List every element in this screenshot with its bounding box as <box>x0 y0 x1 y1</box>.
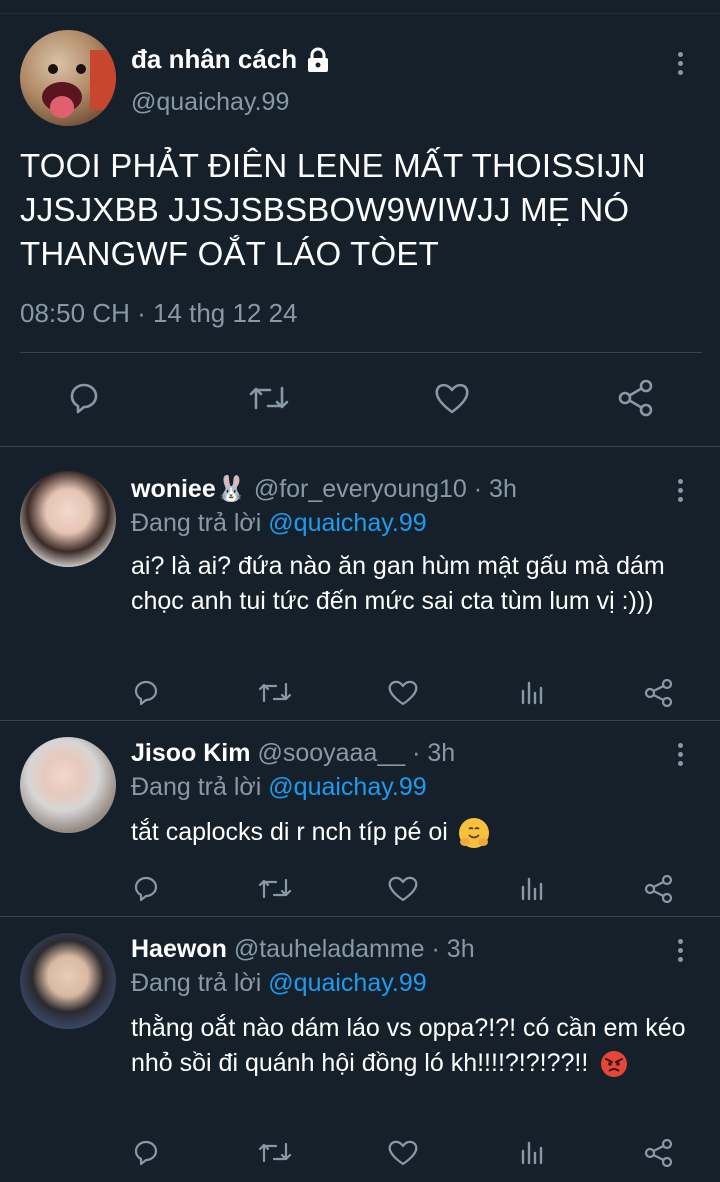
views-icon[interactable] <box>517 677 545 707</box>
reply-tweet[interactable]: Haewon @tauheladamme · 3h Đang trả lời @… <box>0 916 720 1182</box>
tweet-actions <box>0 374 720 424</box>
handle-time: @sooyaaa__ · 3h <box>257 739 456 767</box>
display-name[interactable]: đa nhân cách <box>131 44 331 75</box>
divider <box>20 352 702 353</box>
like-icon[interactable] <box>387 1137 419 1167</box>
display-name-text: đa nhân cách <box>131 44 298 74</box>
display-name[interactable]: Haewon <box>131 935 227 963</box>
replying-to: Đang trả lời @quaichay.99 <box>131 969 427 998</box>
mention-link[interactable]: @quaichay.99 <box>268 509 426 537</box>
tweet-text: TOOI PHẢT ĐIÊN LENE MẤT THOISSIJN JJSJXB… <box>20 147 646 272</box>
handle-time: @tauheladamme · 3h <box>233 935 475 963</box>
reply-header: Haewon @tauheladamme · 3h <box>131 935 475 964</box>
avatar[interactable] <box>20 471 116 567</box>
handle-time: @for_everyoung10 · 3h <box>253 475 517 503</box>
reply-icon[interactable] <box>131 1137 163 1167</box>
reply-icon[interactable] <box>131 677 163 707</box>
more-icon[interactable] <box>676 479 684 505</box>
reply-text: ai? là ai? đứa nào ăn gan hùm mật gấu mà… <box>131 552 665 615</box>
avatar[interactable] <box>20 737 116 833</box>
more-icon[interactable] <box>676 939 684 965</box>
replying-prefix: Đang trả lời <box>131 509 269 537</box>
replying-to: Đang trả lời @quaichay.99 <box>131 509 427 538</box>
more-icon[interactable] <box>676 52 684 78</box>
reply-icon[interactable] <box>131 873 163 903</box>
reply-actions <box>131 873 691 903</box>
avatar[interactable] <box>20 30 116 126</box>
reply-tweet[interactable]: woniee🐰 @for_everyoung10 · 3h Đang trả l… <box>0 446 720 720</box>
like-icon[interactable] <box>387 873 419 903</box>
retweet-icon[interactable] <box>257 873 293 903</box>
angry-face-emoji <box>599 1049 629 1079</box>
hugging-face-emoji <box>458 818 489 849</box>
like-icon[interactable] <box>387 677 419 707</box>
reply-text: tắt caplocks di r nch típ pé oi <box>131 818 448 846</box>
handle[interactable]: @quaichay.99 <box>131 88 289 117</box>
avatar[interactable] <box>20 933 116 1029</box>
views-icon[interactable] <box>517 873 545 903</box>
share-icon[interactable] <box>616 378 656 418</box>
share-icon[interactable] <box>643 873 675 903</box>
mention-link[interactable]: @quaichay.99 <box>268 969 426 997</box>
main-tweet: đa nhân cách @quaichay.99 TOOI PHẢT ĐIÊN… <box>0 14 720 446</box>
reply-header: woniee🐰 @for_everyoung10 · 3h <box>131 475 517 504</box>
like-icon[interactable] <box>433 380 471 416</box>
retweet-icon[interactable] <box>248 380 290 416</box>
retweet-icon[interactable] <box>257 1137 293 1167</box>
reply-tweet[interactable]: Jisoo Kim @sooyaaa__ · 3h Đang trả lời @… <box>0 720 720 916</box>
views-icon[interactable] <box>517 1137 545 1167</box>
retweet-icon[interactable] <box>257 677 293 707</box>
tweet-timestamp[interactable]: 08:50 CH · 14 thg 12 24 <box>20 298 298 329</box>
reply-icon[interactable] <box>66 380 102 416</box>
replying-prefix: Đang trả lời <box>131 969 269 997</box>
mention-link[interactable]: @quaichay.99 <box>268 773 426 801</box>
reply-text-row: thằng oắt nào dám láo vs oppa?!?! có cần… <box>131 1011 706 1081</box>
reply-actions <box>131 677 691 707</box>
lock-icon <box>305 47 331 73</box>
reply-text-row: tắt caplocks di r nch típ pé oi <box>131 815 706 850</box>
more-icon[interactable] <box>676 743 684 769</box>
display-name[interactable]: Jisoo Kim <box>131 739 250 767</box>
share-icon[interactable] <box>643 677 675 707</box>
display-name[interactable]: woniee🐰 <box>131 475 247 503</box>
replying-to: Đang trả lời @quaichay.99 <box>131 773 427 802</box>
reply-header: Jisoo Kim @sooyaaa__ · 3h <box>131 739 455 768</box>
share-icon[interactable] <box>643 1137 675 1167</box>
status-bar-edge <box>0 0 720 14</box>
reply-actions <box>131 1137 691 1167</box>
replying-prefix: Đang trả lời <box>131 773 269 801</box>
